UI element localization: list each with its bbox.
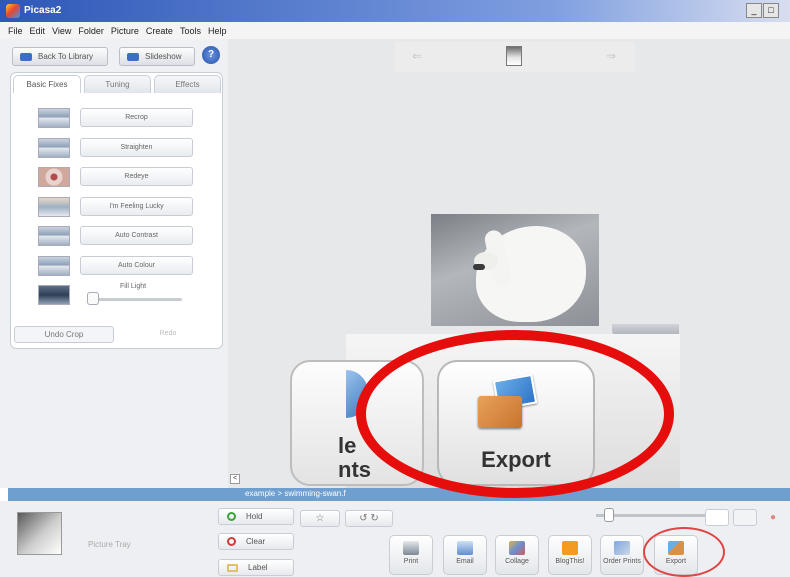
collage-icon [509, 541, 525, 555]
undo-crop-button[interactable]: Undo Crop [14, 326, 114, 343]
print-label: Print [403, 558, 419, 565]
window-title: Picasa2 [24, 5, 62, 16]
picture-tray-label: Picture Tray [88, 540, 131, 549]
blogthis-label: BlogThis! [555, 558, 585, 565]
single-view-icon[interactable] [705, 509, 729, 526]
hold-icon [227, 512, 236, 521]
slideshow-icon [127, 52, 139, 61]
title-bar [0, 0, 790, 22]
hold-label: Hold [246, 512, 263, 521]
collapse-panel-button[interactable]: < [230, 474, 240, 484]
zoomed-partial-text-1: le [338, 433, 357, 458]
menu-bar: File Edit View Folder Picture Create Too… [0, 22, 790, 39]
auto-colour-preview-icon [38, 256, 70, 276]
menu-create[interactable]: Create [146, 26, 173, 36]
status-path: example > swimming-swan.f [245, 489, 346, 498]
menu-tools[interactable]: Tools [180, 26, 201, 36]
slideshow-button[interactable]: Slideshow [119, 47, 195, 66]
recrop-preview-icon [38, 108, 70, 128]
current-photo-thumbnail [506, 46, 522, 66]
menu-help[interactable]: Help [208, 26, 227, 36]
rotate-left-icon[interactable]: ↺ [359, 513, 367, 524]
label-icon [227, 563, 238, 572]
minimize-button[interactable]: _ [746, 3, 762, 18]
star-button[interactable]: ☆ [300, 510, 340, 527]
next-photo-arrow-icon[interactable]: ⇒ [606, 50, 618, 62]
highlight-circle-large [356, 330, 674, 498]
slideshow-label: Slideshow [145, 52, 182, 61]
zoom-slider-handle[interactable] [604, 508, 614, 522]
redeye-button[interactable]: Redeye [80, 167, 193, 186]
rotate-right-icon[interactable]: ↻ [370, 513, 378, 524]
tab-basic-fixes[interactable]: Basic Fixes [13, 75, 81, 93]
email-button[interactable]: Email [443, 535, 487, 575]
collage-button[interactable]: Collage [495, 535, 539, 575]
collage-label: Collage [505, 558, 529, 565]
compare-view-icon[interactable] [733, 509, 757, 526]
menu-view[interactable]: View [52, 26, 71, 36]
back-arrow-icon [20, 52, 32, 61]
clear-icon [227, 537, 236, 546]
auto-contrast-preview-icon [38, 226, 70, 246]
auto-colour-button[interactable]: Auto Colour [80, 256, 193, 275]
menu-picture[interactable]: Picture [111, 26, 139, 36]
highlight-circle-export [643, 527, 725, 577]
redo-button[interactable]: Redo [118, 326, 218, 343]
feeling-lucky-preview-icon [38, 197, 70, 217]
order-prints-label: Order Prints [603, 558, 641, 565]
swan-beak-shape [473, 264, 485, 270]
rotate-buttons[interactable]: ↺ ↻ [345, 510, 393, 527]
email-label: Email [456, 558, 474, 565]
fill-light-label: Fill Light [120, 283, 147, 290]
blogthis-button[interactable]: BlogThis! [548, 535, 592, 575]
previous-photo-arrow-icon[interactable]: ⇐ [412, 50, 424, 62]
order-prints-button[interactable]: Order Prints [600, 535, 644, 575]
tray-photo-thumbnail[interactable] [17, 512, 62, 555]
back-to-library-button[interactable]: Back To Library [12, 47, 108, 66]
redeye-preview-icon [38, 167, 70, 187]
order-prints-icon [614, 541, 630, 555]
back-to-library-label: Back To Library [38, 52, 93, 61]
blogger-icon [562, 541, 578, 555]
hold-button[interactable]: Hold [218, 508, 294, 525]
fill-light-slider-track[interactable] [92, 298, 182, 301]
clear-label: Clear [246, 537, 266, 546]
print-button[interactable]: Print [389, 535, 433, 575]
label-label: Label [248, 563, 268, 572]
tab-tuning[interactable]: Tuning [84, 75, 151, 93]
maximize-button[interactable]: □ [763, 3, 779, 18]
menu-folder[interactable]: Folder [78, 26, 104, 36]
tab-effects[interactable]: Effects [154, 75, 221, 93]
feeling-lucky-button[interactable]: I'm Feeling Lucky [80, 197, 193, 216]
recrop-button[interactable]: Recrop [80, 108, 193, 127]
straighten-preview-icon [38, 138, 70, 158]
zoomed-partial-text-2: nts [338, 457, 371, 482]
picasa-app-icon [6, 4, 20, 18]
label-button[interactable]: Label [218, 559, 294, 576]
menu-file[interactable]: File [8, 26, 23, 36]
auto-contrast-button[interactable]: Auto Contrast [80, 226, 193, 245]
people-icon[interactable]: ● [761, 509, 785, 526]
help-button[interactable]: ? [202, 46, 220, 64]
clear-button[interactable]: Clear [218, 533, 294, 550]
straighten-button[interactable]: Straighten [80, 138, 193, 157]
print-icon [403, 541, 419, 555]
menu-edit[interactable]: Edit [30, 26, 46, 36]
fill-light-slider-handle[interactable] [87, 292, 99, 305]
email-icon [457, 541, 473, 555]
fill-light-preview-icon [38, 285, 70, 305]
status-bar [8, 488, 790, 501]
